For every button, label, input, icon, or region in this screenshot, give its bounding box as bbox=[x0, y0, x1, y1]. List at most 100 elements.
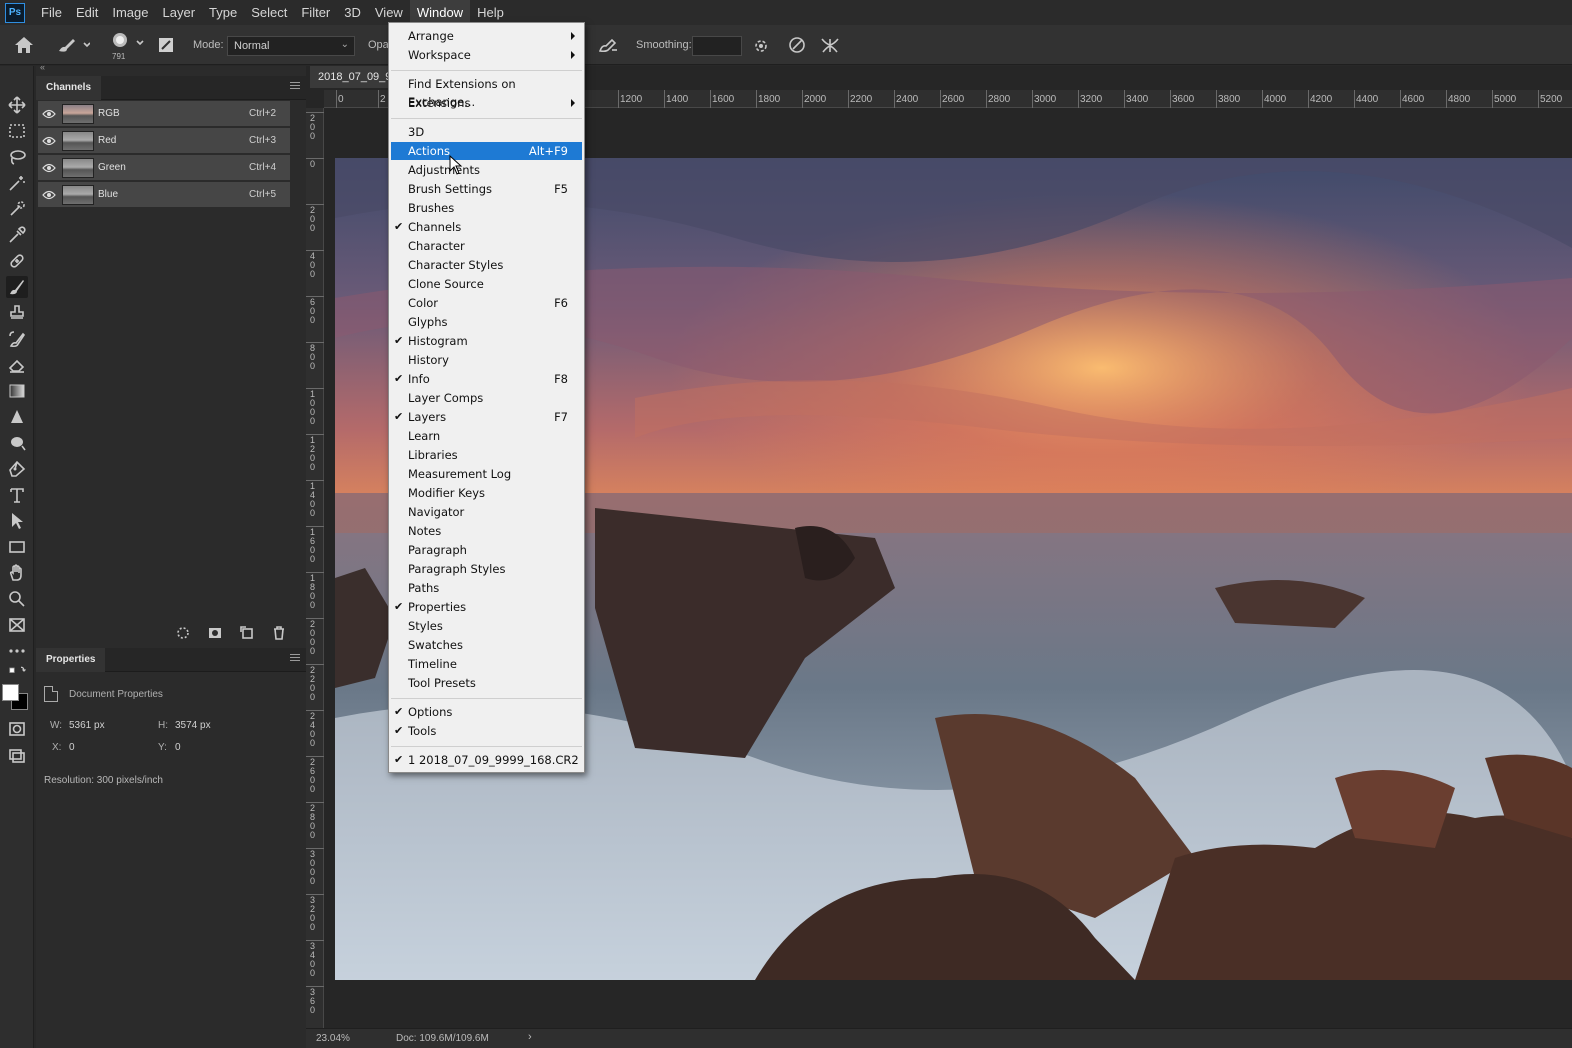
channel-row-rgb[interactable]: RGB Ctrl+2 bbox=[38, 101, 290, 127]
brush-tool-icon[interactable] bbox=[6, 276, 28, 298]
menu-item-tool-presets[interactable]: Tool Presets bbox=[391, 674, 582, 692]
channels-tab[interactable]: Channels bbox=[36, 76, 102, 100]
menu-item-channels[interactable]: ✔ Channels bbox=[391, 218, 582, 236]
rectangle-tool-icon[interactable] bbox=[6, 536, 28, 558]
more-tools-icon[interactable] bbox=[6, 640, 28, 662]
menu-filter[interactable]: Filter bbox=[294, 0, 337, 25]
channel-row-green[interactable]: Green Ctrl+4 bbox=[38, 155, 290, 181]
path-select-icon[interactable] bbox=[6, 510, 28, 532]
gear-icon[interactable] bbox=[752, 37, 770, 58]
menu-item-tools[interactable]: ✔ Tools bbox=[391, 722, 582, 740]
quick-mask-icon[interactable] bbox=[6, 718, 28, 740]
menu-item-paragraph-styles[interactable]: Paragraph Styles bbox=[391, 560, 582, 578]
swap-colors-icon[interactable] bbox=[6, 664, 30, 678]
quick-select-icon[interactable] bbox=[6, 198, 28, 220]
menu-item-learn[interactable]: Learn bbox=[391, 427, 582, 445]
menu-item-character[interactable]: Character bbox=[391, 237, 582, 255]
pressure-icon[interactable] bbox=[788, 36, 806, 57]
foreground-color-swatch[interactable] bbox=[2, 684, 19, 701]
menu-item-adjustments[interactable]: Adjustments bbox=[391, 161, 582, 179]
menu-type[interactable]: Type bbox=[202, 0, 244, 25]
menu-image[interactable]: Image bbox=[105, 0, 155, 25]
menu-item-paths[interactable]: Paths bbox=[391, 579, 582, 597]
menu-item-brushes[interactable]: Brushes bbox=[391, 199, 582, 217]
menu-layer[interactable]: Layer bbox=[156, 0, 203, 25]
zoom-tool-icon[interactable] bbox=[6, 588, 28, 610]
menu-item-navigator[interactable]: Navigator bbox=[391, 503, 582, 521]
move-tool-icon[interactable] bbox=[6, 94, 28, 116]
menu-item-options[interactable]: ✔ Options bbox=[391, 703, 582, 721]
menu-item-notes[interactable]: Notes bbox=[391, 522, 582, 540]
menu-item-measurement-log[interactable]: Measurement Log bbox=[391, 465, 582, 483]
screen-mode-icon[interactable] bbox=[6, 744, 28, 766]
menu-item-extensions[interactable]: Extensions bbox=[391, 94, 582, 112]
menu-item-info[interactable]: ✔ Info F8 bbox=[391, 370, 582, 388]
pen-tool-icon[interactable] bbox=[6, 458, 28, 480]
menu-item-history[interactable]: History bbox=[391, 351, 582, 369]
menu-item-timeline[interactable]: Timeline bbox=[391, 655, 582, 673]
delete-channel-icon[interactable] bbox=[272, 626, 286, 640]
load-selection-icon[interactable] bbox=[176, 626, 190, 640]
eye-icon[interactable] bbox=[42, 190, 56, 200]
symmetry-icon[interactable] bbox=[820, 36, 840, 57]
brush-panel-toggle-icon[interactable] bbox=[158, 37, 174, 56]
menu-item-histogram[interactable]: ✔ Histogram bbox=[391, 332, 582, 350]
healing-brush-icon[interactable] bbox=[6, 250, 28, 272]
menu-item-3d[interactable]: 3D bbox=[391, 123, 582, 141]
properties-tab[interactable]: Properties bbox=[36, 648, 106, 672]
hand-tool-icon[interactable] bbox=[6, 562, 28, 584]
brush-preset-icon[interactable] bbox=[56, 36, 91, 57]
type-tool-icon[interactable] bbox=[6, 484, 28, 506]
y-value[interactable]: 0 bbox=[175, 742, 181, 753]
history-brush-icon[interactable] bbox=[6, 328, 28, 350]
menu-item-layer-comps[interactable]: Layer Comps bbox=[391, 389, 582, 407]
panel-menu-icon[interactable] bbox=[290, 654, 300, 664]
eye-icon[interactable] bbox=[42, 136, 56, 146]
menu-item-1-2018-07-09-9999-168-cr2[interactable]: ✔ 1 2018_07_09_9999_168.CR2 bbox=[391, 751, 582, 769]
zoom-level[interactable]: 23.04% bbox=[316, 1033, 350, 1044]
menu-item-brush-settings[interactable]: Brush Settings F5 bbox=[391, 180, 582, 198]
panel-menu-icon[interactable] bbox=[290, 82, 300, 92]
chevron-right-icon[interactable]: › bbox=[528, 1031, 532, 1043]
eyedropper-icon[interactable] bbox=[6, 224, 28, 246]
new-channel-icon[interactable] bbox=[240, 626, 254, 640]
menu-item-arrange[interactable]: Arrange bbox=[391, 27, 582, 45]
menu-3d[interactable]: 3D bbox=[337, 0, 368, 25]
lasso-tool-icon[interactable] bbox=[6, 146, 28, 168]
collapse-panels-icon[interactable]: « bbox=[40, 62, 45, 72]
height-value[interactable]: 3574 px bbox=[175, 720, 211, 731]
menu-item-styles[interactable]: Styles bbox=[391, 617, 582, 635]
channel-row-red[interactable]: Red Ctrl+3 bbox=[38, 128, 290, 154]
save-selection-icon[interactable] bbox=[208, 626, 222, 640]
menu-item-workspace[interactable]: Workspace bbox=[391, 46, 582, 64]
mode-select[interactable]: Normal ⌄ bbox=[227, 36, 355, 56]
menu-item-layers[interactable]: ✔ Layers F7 bbox=[391, 408, 582, 426]
menu-select[interactable]: Select bbox=[244, 0, 294, 25]
airbrush-icon[interactable] bbox=[598, 37, 618, 56]
width-value[interactable]: 5361 px bbox=[69, 720, 105, 731]
channel-row-blue[interactable]: Blue Ctrl+5 bbox=[38, 182, 290, 208]
smoothing-input[interactable] bbox=[692, 36, 742, 56]
menu-item-character-styles[interactable]: Character Styles bbox=[391, 256, 582, 274]
dodge-icon[interactable] bbox=[6, 432, 28, 454]
document-tab[interactable]: 2018_07_09_9 bbox=[310, 66, 396, 88]
menu-item-swatches[interactable]: Swatches bbox=[391, 636, 582, 654]
frame-tool-icon[interactable] bbox=[6, 614, 28, 636]
menu-edit[interactable]: Edit bbox=[69, 0, 105, 25]
menu-item-color[interactable]: Color F6 bbox=[391, 294, 582, 312]
menu-file[interactable]: File bbox=[34, 0, 69, 25]
eraser-icon[interactable] bbox=[6, 354, 28, 376]
menu-item-libraries[interactable]: Libraries bbox=[391, 446, 582, 464]
eye-icon[interactable] bbox=[42, 163, 56, 173]
marquee-tool-icon[interactable] bbox=[6, 120, 28, 142]
menu-item-paragraph[interactable]: Paragraph bbox=[391, 541, 582, 559]
x-value[interactable]: 0 bbox=[69, 742, 75, 753]
menu-item-glyphs[interactable]: Glyphs bbox=[391, 313, 582, 331]
menu-item-properties[interactable]: ✔ Properties bbox=[391, 598, 582, 616]
menu-item-modifier-keys[interactable]: Modifier Keys bbox=[391, 484, 582, 502]
blur-icon[interactable] bbox=[6, 406, 28, 428]
menu-item-find-extensions-on-exchange[interactable]: Find Extensions on Exchange... bbox=[391, 75, 582, 109]
magic-wand-icon[interactable] bbox=[6, 172, 28, 194]
eye-icon[interactable] bbox=[42, 109, 56, 119]
gradient-icon[interactable] bbox=[6, 380, 28, 402]
